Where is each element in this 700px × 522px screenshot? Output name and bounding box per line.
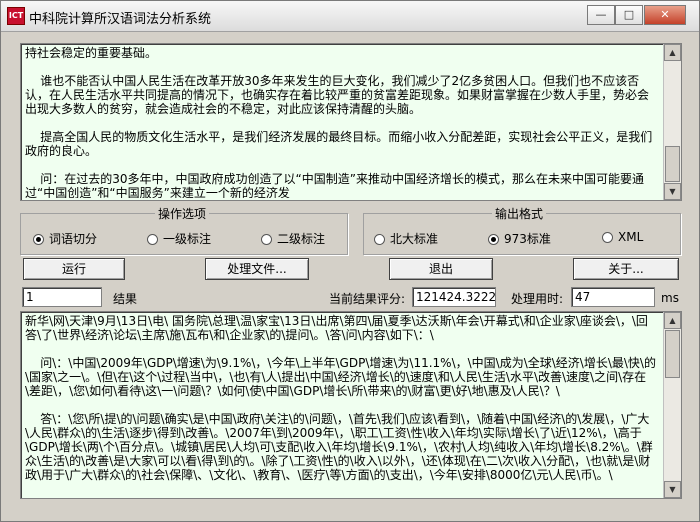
output-scroll-thumb[interactable] [665,330,680,378]
maximize-icon[interactable]: □ [615,5,643,25]
radio-dot [602,232,613,243]
close-icon[interactable]: ✕ [644,5,686,25]
input-text: 持社会稳定的重要基础。 谁也不能否认中国人民生活在改革开放30多年来发生的巨大变… [25,46,653,198]
time-field[interactable]: 47 [571,287,655,307]
radio-973-standard[interactable]: 973标准 [488,230,551,247]
result-label: 结果 [113,292,138,306]
app-icon: ICT [7,7,25,25]
radio-xml[interactable]: XML [602,230,643,244]
radio-dot [374,234,385,245]
score-field[interactable]: 121424.3222 [412,287,496,307]
output-text: 新华\网\天津\9月\13日\电\ 国务院\总理\温\家宝\13日\出席\第四\… [25,314,656,482]
scroll-up-icon[interactable]: ▲ [664,44,681,61]
result-index-field[interactable]: 1 [22,287,102,307]
scroll-down-icon[interactable]: ▼ [664,481,681,498]
radio-dot [261,234,272,245]
radio-level2-tagging[interactable]: 二级标注 [261,230,325,247]
window-title: 中科院计算所汉语词法分析系统 [29,12,212,27]
input-scroll-thumb[interactable] [665,146,680,182]
operations-title: 操作选项 [155,205,210,222]
scroll-up-icon[interactable]: ▲ [664,312,681,329]
radio-level1-tagging[interactable]: 一级标注 [147,230,211,247]
radio-word-segmentation[interactable]: 词语切分 [33,230,97,247]
radio-dot [33,234,44,245]
time-label: 处理用时: [511,292,564,306]
output-textarea[interactable]: 新华\网\天津\9月\13日\电\ 国务院\总理\温\家宝\13日\出席\第四\… [20,311,682,499]
time-unit: ms [661,291,679,305]
process-file-button[interactable]: 处理文件... [205,258,309,280]
radio-dot [488,234,499,245]
score-label: 当前结果评分: [329,292,406,306]
exit-button[interactable]: 退出 [389,258,493,280]
radio-dot [147,234,158,245]
output-format-title: 输出格式 [492,205,547,222]
run-button[interactable]: 运行 [23,258,125,280]
radio-pku-standard[interactable]: 北大标准 [374,230,438,247]
minimize-icon[interactable]: — [587,5,615,25]
scroll-down-icon[interactable]: ▼ [664,183,681,200]
output-format-group: 输出格式 北大标准 973标准 XML [363,205,681,255]
about-button[interactable]: 关于... [573,258,679,280]
app-window: ICT 中科院计算所汉语词法分析系统 — □ ✕ 持社会稳定的重要基础。 谁也不… [0,0,700,522]
input-scrollbar[interactable]: ▲ ▼ [663,44,681,200]
operations-group: 操作选项 词语切分 一级标注 二级标注 [20,205,348,255]
output-scrollbar[interactable]: ▲ ▼ [663,312,681,498]
input-textarea[interactable]: 持社会稳定的重要基础。 谁也不能否认中国人民生活在改革开放30多年来发生的巨大变… [20,43,682,201]
title-bar[interactable]: ICT 中科院计算所汉语词法分析系统 — □ ✕ [1,1,699,32]
